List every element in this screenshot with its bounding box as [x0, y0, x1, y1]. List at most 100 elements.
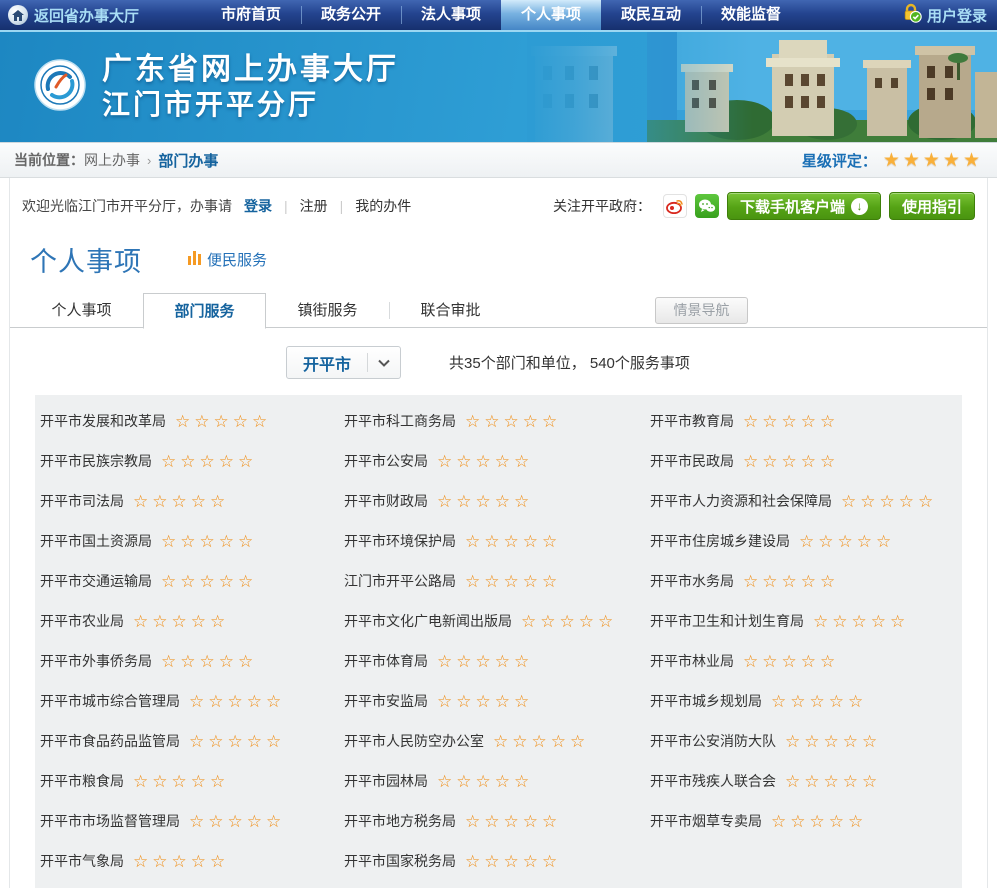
department-link[interactable]: 开平市林业局 — [650, 651, 734, 671]
department-link[interactable]: 开平市城市综合管理局 — [40, 691, 180, 711]
download-mobile-app-button[interactable]: 下载手机客户端 ↓ — [727, 192, 881, 220]
register-link[interactable]: 注册 — [300, 196, 328, 216]
tab-active[interactable]: 部门服务 — [143, 293, 266, 329]
department-link[interactable]: 开平市财政局 — [344, 491, 428, 511]
department-cell: 开平市民政局☆☆☆☆☆ — [650, 451, 962, 471]
department-link[interactable]: 开平市人民防空办公室 — [344, 731, 484, 751]
department-link[interactable]: 开平市民族宗教局 — [40, 451, 152, 471]
department-cell: 开平市文化广电新闻出版局 ☆☆☆☆☆ — [344, 611, 650, 631]
region-dropdown[interactable]: 开平市 — [286, 346, 401, 379]
department-link[interactable]: 开平市气象局 — [40, 851, 124, 871]
department-link[interactable]: 开平市水务局 — [650, 571, 734, 591]
department-link[interactable]: 江门市开平公路局 — [344, 571, 456, 591]
department-link[interactable]: 开平市食品药品监管局 — [40, 731, 180, 751]
department-link[interactable]: 开平市民政局 — [650, 451, 734, 471]
department-link[interactable]: 开平市人力资源和社会保障局 — [650, 491, 832, 511]
convenience-services-link[interactable]: 便民服务 — [188, 249, 267, 270]
department-link[interactable]: 开平市环境保护局 — [344, 531, 456, 551]
department-rating-stars: ☆☆☆☆☆ — [437, 493, 533, 510]
department-cell: 开平市国土资源局☆☆☆☆☆ — [40, 531, 344, 551]
department-link[interactable]: 开平市园林局 — [344, 771, 428, 791]
department-link[interactable]: 开平市发展和改革局 — [40, 411, 166, 431]
nav-item-active[interactable]: 个人事项 — [501, 0, 601, 30]
department-rating-stars: ☆☆☆☆☆ — [785, 733, 881, 750]
department-grid: 开平市发展和改革局☆☆☆☆☆开平市科工商务局☆☆☆☆☆开平市教育局☆☆☆☆☆开平… — [40, 401, 962, 881]
my-items-link[interactable]: 我的办件 — [355, 196, 411, 216]
nav-item-link[interactable]: 政民互动 — [601, 0, 701, 30]
department-link[interactable]: 开平市残疾人联合会 — [650, 771, 776, 791]
department-cell: 开平市粮食局 ☆☆☆☆☆ — [40, 771, 344, 791]
department-link[interactable]: 开平市公安局 — [344, 451, 428, 471]
scene-navigation-button[interactable]: 情景导航 — [655, 297, 748, 324]
department-rating-stars: ☆☆☆☆☆ — [437, 773, 533, 790]
department-cell: 开平市烟草专卖局 ☆☆☆☆☆ — [650, 811, 962, 831]
user-login-link[interactable]: 用户登录 — [902, 0, 987, 30]
department-link[interactable]: 开平市卫生和计划生育局 — [650, 611, 804, 631]
login-link[interactable]: 登录 — [244, 196, 272, 216]
nav-item-link[interactable]: 法人事项 — [401, 0, 501, 30]
department-link[interactable]: 开平市国土资源局 — [40, 531, 152, 551]
department-rating-stars: ☆☆☆☆☆ — [493, 733, 589, 750]
return-province-hall-link[interactable]: 返回省办事大厅 — [0, 0, 139, 30]
breadcrumb-link-online-services[interactable]: 网上办事 — [84, 150, 140, 170]
department-rating-stars: ☆☆☆☆☆ — [465, 533, 561, 550]
department-rating-stars: ☆☆☆☆☆ — [133, 773, 229, 790]
breadcrumb-bar: 当前位置： 网上办事 › 部门办事 星级评定： ★★★★★ — [0, 142, 997, 178]
download-arrow-icon: ↓ — [851, 198, 868, 215]
star-rating-label: 星级评定： — [802, 150, 877, 171]
department-rating-stars: ☆☆☆☆☆ — [161, 653, 257, 670]
department-cell: 开平市国家税务局 ☆☆☆☆☆ — [344, 851, 650, 871]
department-cell: 开平市食品药品监管局 ☆☆☆☆☆ — [40, 731, 344, 751]
banner-titles: 广东省网上办事大厅 江门市开平分厅 — [102, 52, 399, 122]
tab-item[interactable]: 镇街服务 — [266, 293, 389, 328]
department-rating-stars: ☆☆☆☆☆ — [465, 853, 561, 870]
department-rating-stars: ☆☆☆☆☆ — [771, 813, 867, 830]
department-link[interactable]: 开平市地方税务局 — [344, 811, 456, 831]
department-rating-stars: ☆☆☆☆☆ — [841, 493, 937, 510]
chevron-down-icon — [368, 359, 400, 367]
department-rating-stars: ☆☆☆☆☆ — [521, 613, 617, 630]
department-link[interactable]: 开平市农业局 — [40, 611, 124, 631]
department-rating-stars: ☆☆☆☆☆ — [465, 413, 561, 430]
site-logo — [34, 59, 86, 116]
department-link[interactable]: 开平市体育局 — [344, 651, 428, 671]
wechat-icon[interactable] — [695, 194, 719, 218]
department-link[interactable]: 开平市粮食局 — [40, 771, 124, 791]
department-rating-stars: ☆☆☆☆☆ — [465, 813, 561, 830]
main-content-box: 欢迎光临江门市开平分厅，办事请 登录 | 注册 | 我的办件 关注开平政府： — [9, 178, 988, 888]
weibo-icon[interactable] — [663, 194, 687, 218]
breadcrumb-separator: › — [147, 153, 151, 168]
usage-guide-button[interactable]: 使用指引 — [889, 192, 975, 220]
department-link[interactable]: 开平市外事侨务局 — [40, 651, 152, 671]
department-link[interactable]: 开平市城乡规划局 — [650, 691, 762, 711]
department-link[interactable]: 开平市公安消防大队 — [650, 731, 776, 751]
department-link[interactable]: 开平市教育局 — [650, 411, 734, 431]
department-link[interactable]: 开平市文化广电新闻出版局 — [344, 611, 512, 631]
department-cell: 开平市城市综合管理局☆☆☆☆☆ — [40, 691, 344, 711]
department-cell: 开平市残疾人联合会☆☆☆☆☆ — [650, 771, 962, 791]
department-link[interactable]: 开平市科工商务局 — [344, 411, 456, 431]
department-list-panel: 开平市发展和改革局☆☆☆☆☆开平市科工商务局☆☆☆☆☆开平市教育局☆☆☆☆☆开平… — [35, 395, 962, 888]
nav-item-link[interactable]: 政务公开 — [301, 0, 401, 30]
nav-item-link[interactable]: 效能监督 — [701, 0, 801, 30]
department-cell: 开平市体育局☆☆☆☆☆ — [344, 651, 650, 671]
department-rating-stars: ☆☆☆☆☆ — [161, 453, 257, 470]
department-rating-stars: ☆☆☆☆☆ — [771, 693, 867, 710]
department-rating-stars: ☆☆☆☆☆ — [743, 653, 839, 670]
nav-item-link[interactable]: 市府首页 — [201, 0, 301, 30]
department-link[interactable]: 开平市市场监督管理局 — [40, 811, 180, 831]
breadcrumb-label: 当前位置： — [14, 150, 84, 170]
department-link[interactable]: 开平市烟草专卖局 — [650, 811, 762, 831]
tab-item[interactable]: 联合审批 — [389, 293, 512, 328]
department-link[interactable]: 开平市住房城乡建设局 — [650, 531, 790, 551]
department-link[interactable]: 开平市安监局 — [344, 691, 428, 711]
tab-item[interactable]: 个人事项 — [20, 293, 143, 328]
department-link[interactable]: 开平市交通运输局 — [40, 571, 152, 591]
department-rating-stars: ☆☆☆☆☆ — [189, 733, 285, 750]
welcome-row: 欢迎光临江门市开平分厅，办事请 登录 | 注册 | 我的办件 关注开平政府： — [10, 178, 987, 230]
breadcrumb-current: 部门办事 — [158, 150, 218, 171]
department-cell: 开平市民族宗教局 ☆☆☆☆☆ — [40, 451, 344, 471]
department-cell: 开平市发展和改革局☆☆☆☆☆ — [40, 411, 344, 431]
department-link[interactable]: 开平市国家税务局 — [344, 851, 456, 871]
department-link[interactable]: 开平市司法局 — [40, 491, 124, 511]
